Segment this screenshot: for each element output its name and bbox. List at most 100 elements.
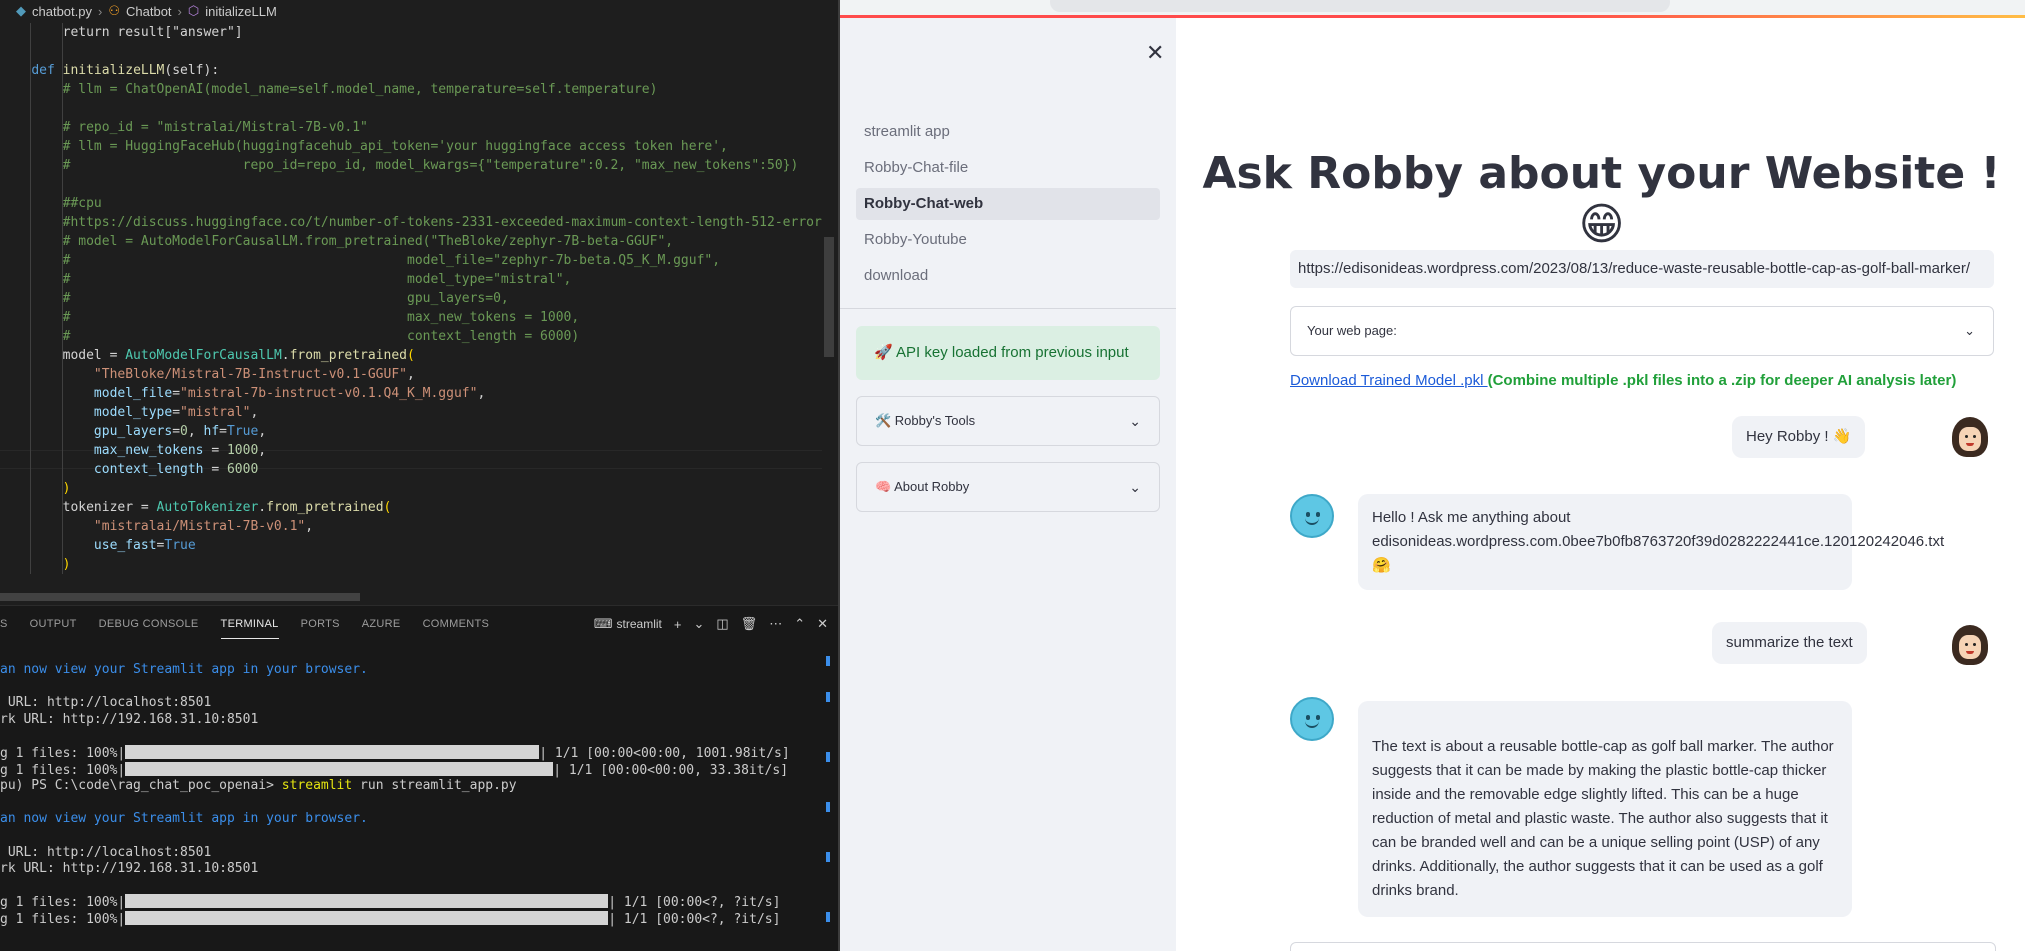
terminal-link[interactable]: http://192.168.31.10:8501	[63, 712, 259, 727]
code-token: initializeLLM	[62, 63, 165, 78]
tab-azure[interactable]: AZURE	[362, 609, 401, 639]
more-icon[interactable]: ⋯	[769, 616, 782, 632]
code-line: # model_file="zephyr-7b-beta.Q5_K_M.gguf…	[0, 251, 822, 270]
code-token: ,	[258, 443, 267, 458]
sidebar-item-robby-chat-file[interactable]: Robby-Chat-file	[856, 152, 1160, 184]
robbys-tools-expander[interactable]: 🛠️ Robby's Tools ⌄	[856, 396, 1160, 446]
sidebar-item-robby-chat-web[interactable]: Robby-Chat-web	[856, 188, 1160, 220]
indent-guide	[30, 498, 31, 517]
chevron-down-icon: ⌄	[1129, 479, 1141, 495]
terminal-link[interactable]: http://192.168.31.10:8501	[63, 861, 259, 876]
terminal-scrollbar[interactable]	[822, 642, 836, 951]
indent-guide	[62, 479, 63, 498]
indent-guide	[62, 137, 63, 156]
indent-guide	[62, 42, 63, 61]
tab-ports[interactable]: PORTS	[301, 609, 340, 639]
maximize-panel-icon[interactable]: ⌃	[794, 616, 805, 632]
breadcrumb-class[interactable]: Chatbot	[126, 4, 172, 19]
chevron-down-icon[interactable]: ⌄	[693, 616, 704, 632]
code-token: tokenizer =	[0, 500, 157, 515]
indent-guide	[30, 61, 31, 80]
indent-guide	[62, 232, 63, 251]
code-token: #https://discuss.huggingface.co/t/number…	[0, 215, 822, 230]
chat-input[interactable]	[1290, 942, 1996, 951]
class-icon: ⚇	[108, 3, 120, 18]
scroll-marker	[826, 802, 830, 812]
code-line	[0, 175, 822, 194]
trash-icon[interactable]: 🗑	[741, 616, 758, 632]
indent-guide	[30, 422, 31, 441]
progress-bar	[125, 761, 554, 776]
code-token: # repo_id = "mistralai/Mistral-7B-v0.1"	[0, 120, 368, 135]
tab-output[interactable]: OUTPUT	[30, 609, 77, 639]
terminal-prompt: pu) PS C:\code\rag_chat_poc_openai>	[0, 778, 282, 794]
indent-guide	[62, 270, 63, 289]
code-token: AutoModelForCausalLM	[125, 348, 282, 363]
terminal-link[interactable]: http://localhost:8501	[47, 695, 211, 710]
terminal-name[interactable]: streamlit	[617, 617, 662, 631]
tab-problems[interactable]: S	[0, 609, 8, 639]
code-token: "mistral-7b-instruct-v0.1.Q4_K_M.gguf"	[180, 386, 478, 401]
tab-comments[interactable]: COMMENTS	[423, 609, 490, 639]
sidebar: ✕ streamlit app Robby-Chat-file Robby-Ch…	[840, 18, 1176, 951]
indent-guide	[62, 536, 63, 555]
indent-guide	[62, 555, 63, 574]
code-line: # llm = ChatOpenAI(model_name=self.model…	[0, 80, 822, 99]
download-model-link[interactable]: Download Trained Model .pkl	[1290, 372, 1488, 389]
terminal-line: an now view your Streamlit app in your b…	[0, 811, 368, 827]
indent-guide	[62, 346, 63, 365]
split-terminal-icon[interactable]: ◫	[716, 616, 728, 632]
code-line: tokenizer = AutoTokenizer.from_pretraine…	[0, 498, 822, 517]
code-token: # context_length = 6000)	[0, 329, 580, 344]
code-line: )	[0, 555, 822, 574]
scrollbar-thumb[interactable]	[824, 237, 834, 357]
sidebar-item-download[interactable]: download	[856, 260, 1160, 292]
code-token: # gpu_layers=0,	[0, 291, 509, 306]
code-line: context_length = 6000	[0, 460, 822, 479]
breadcrumb-file[interactable]: chatbot.py	[32, 4, 92, 19]
breadcrumb-method[interactable]: initializeLLM	[205, 4, 277, 19]
code-token: from_pretrained	[266, 500, 384, 515]
code-token: "TheBloke/Mistral-7B-Instruct-v0.1-GGUF"	[93, 367, 407, 382]
editor-scrollbar[interactable]	[822, 22, 836, 600]
indent-guide	[30, 517, 31, 536]
terminal-link[interactable]: http://localhost:8501	[47, 845, 211, 860]
progress-bar	[125, 910, 609, 925]
url-pill[interactable]	[1050, 0, 1670, 12]
indent-guide	[30, 42, 31, 61]
tab-terminal[interactable]: TERMINAL	[220, 609, 279, 639]
terminal-output[interactable]: an now view your Streamlit app in your b…	[0, 642, 820, 951]
sidebar-item-robby-youtube[interactable]: Robby-Youtube	[856, 224, 1160, 256]
code-line: "mistralai/Mistral-7B-v0.1",	[0, 517, 822, 536]
code-token: (	[407, 348, 415, 363]
close-sidebar-icon[interactable]: ✕	[1146, 40, 1164, 66]
page-title: Ask Robby about your Website ! 😁	[1202, 148, 2001, 250]
indent-guide	[30, 99, 31, 118]
add-terminal-icon[interactable]: +	[674, 617, 682, 632]
indent-guide	[30, 118, 31, 137]
code-token: "mistral"	[180, 405, 251, 420]
website-url-input[interactable]: https://edisonideas.wordpress.com/2023/0…	[1290, 250, 1994, 288]
close-panel-icon[interactable]: ✕	[817, 616, 828, 632]
chevron-right-icon: ›	[98, 3, 103, 19]
code-editor[interactable]: return result["answer"] def initializeLL…	[0, 22, 822, 600]
indent-guide	[30, 156, 31, 175]
address-bar[interactable]	[840, 0, 2025, 15]
tab-debug-console[interactable]: DEBUG CONSOLE	[99, 609, 199, 639]
code-line: # model_type="mistral",	[0, 270, 822, 289]
web-page-expander[interactable]: Your web page: ⌄	[1290, 306, 1994, 356]
terminal-line: rk URL: http://192.168.31.10:8501	[0, 861, 820, 878]
editor-horizontal-scrollbar[interactable]	[0, 593, 360, 601]
sidebar-item-streamlit-app[interactable]: streamlit app	[856, 116, 1160, 148]
code-token: use_fast	[93, 538, 157, 553]
about-robby-expander[interactable]: 🧠 About Robby ⌄	[856, 462, 1160, 512]
code-token: ##cpu	[0, 196, 102, 211]
terminal-line: an now view your Streamlit app in your b…	[0, 662, 368, 677]
scroll-marker	[826, 656, 830, 666]
code-token: ,	[187, 424, 204, 439]
indent-guide	[62, 365, 63, 384]
main-content: Ask Robby about your Website ! 😁 https:/…	[1176, 18, 2025, 951]
